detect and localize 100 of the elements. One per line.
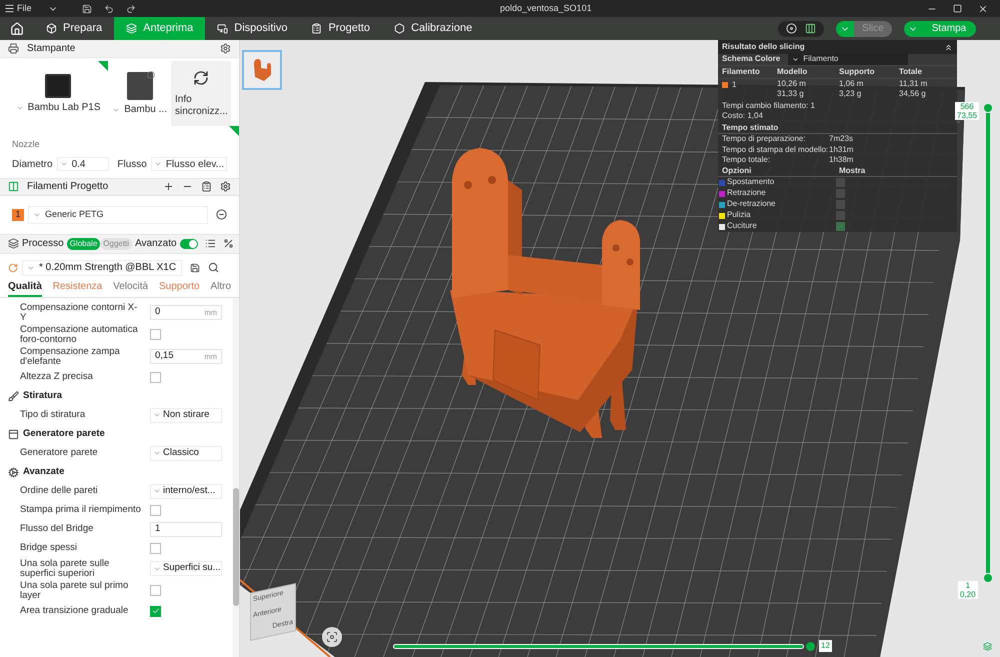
table-cell-text: 11,31 m	[899, 78, 928, 89]
printer-card[interactable]: Info sincronizz...	[171, 61, 231, 126]
layout-icon[interactable]	[805, 23, 816, 34]
search-icon[interactable]	[208, 262, 219, 273]
check-icon	[837, 223, 844, 230]
scheme-select[interactable]: Filamento	[788, 54, 908, 65]
scheme-label: Schema Colore	[722, 54, 780, 65]
select-field[interactable]: Superfici su...	[150, 561, 222, 576]
settings-tab[interactable]: Velocità	[113, 278, 148, 296]
checkbox[interactable]	[150, 606, 161, 616]
cost-text: Costo: 1,04	[722, 111, 764, 122]
filament-select[interactable]: Generic PETG	[28, 206, 208, 224]
checkbox[interactable]	[836, 178, 845, 187]
option-label: Cuciture	[727, 221, 757, 232]
number-field[interactable]: 1	[150, 522, 222, 536]
option-label: Retrazione	[727, 188, 766, 199]
diameter-select[interactable]: 0.4	[56, 157, 110, 171]
flow-label: Flusso	[117, 158, 147, 172]
checkbox[interactable]	[150, 372, 161, 382]
column-header: Supporto	[839, 67, 876, 78]
add-icon[interactable]	[163, 181, 174, 192]
maximize-icon[interactable]	[953, 4, 962, 12]
clipboard-icon	[311, 23, 322, 34]
checkbox[interactable]	[150, 542, 161, 554]
advanced-switch[interactable]	[180, 238, 198, 248]
brush-icon	[8, 390, 19, 402]
option-label: De-retrazione	[727, 199, 776, 210]
panel-title: Risultato dello slicing	[722, 42, 805, 52]
settings-tab[interactable]: Altro	[210, 278, 231, 296]
settings-icon[interactable]	[220, 181, 231, 192]
percent-icon[interactable]	[222, 238, 234, 249]
flow-select[interactable]: Flusso elev...	[150, 157, 227, 171]
preset-select[interactable]: * 0.20mm Strength @BBL X1C	[22, 260, 182, 276]
checkbox[interactable]	[150, 504, 161, 516]
move-slider-fill[interactable]	[394, 645, 803, 648]
layers-icon	[8, 238, 19, 249]
select-field[interactable]: Non stirare	[150, 408, 222, 422]
checkbox[interactable]	[836, 211, 845, 220]
menu-icon	[4, 3, 15, 14]
save-icon[interactable]	[82, 4, 92, 14]
file-menu-button[interactable]: File	[4, 2, 32, 16]
column-header: Totale	[899, 67, 923, 78]
cube-icon	[46, 23, 57, 34]
time-value: 1h31m	[829, 144, 854, 155]
printer-name: Bambu ...	[112, 104, 167, 116]
select-field[interactable]: Classico	[150, 446, 222, 460]
nav-tab[interactable]: Progetto	[299, 17, 382, 40]
setting-label: Altezza Z precisa	[20, 372, 94, 382]
gear-icon	[8, 466, 19, 478]
time-value: 7m23s	[829, 134, 854, 144]
checkbox[interactable]	[836, 189, 845, 198]
diameter-label: Diametro	[12, 158, 53, 172]
collapse-icon[interactable]	[944, 42, 953, 52]
info-icon[interactable]	[147, 71, 155, 79]
dropdown-toggle[interactable]	[836, 20, 854, 36]
clipboard-icon[interactable]	[201, 181, 212, 192]
setting-label: Bridge spessi	[20, 543, 78, 553]
corner-mark-icon	[229, 126, 239, 136]
filament-icon	[8, 181, 19, 192]
printer-icon	[45, 74, 72, 98]
filament-changes: Tempi cambio filamento: 1	[722, 100, 816, 111]
nav-tab[interactable]: Prepara	[34, 17, 114, 40]
option-label: Spostamento	[727, 177, 774, 188]
nav-tab[interactable]: Dispositivo	[205, 17, 300, 40]
redo-icon[interactable]	[126, 4, 136, 14]
undo-icon[interactable]	[104, 4, 114, 14]
section-title: Stiratura	[23, 388, 62, 403]
view-toggle[interactable]	[778, 20, 824, 36]
chevron-icon	[153, 487, 161, 495]
remove-icon[interactable]	[216, 209, 227, 220]
dropdown-toggle[interactable]	[904, 20, 922, 36]
close-icon[interactable]	[978, 4, 988, 14]
home-icon[interactable]	[10, 22, 24, 36]
nozzle-label: Nozzle	[11, 138, 41, 151]
settings-tab[interactable]: Qualità	[8, 278, 42, 296]
checkbox[interactable]	[150, 585, 161, 596]
table-cell-text: 10,26 m	[777, 78, 807, 89]
advanced-label: Avanzato	[135, 237, 177, 251]
chevron-icon	[153, 449, 161, 457]
column-header: Opzioni	[722, 166, 752, 176]
panel-icon	[8, 428, 19, 440]
section-title: Processo	[22, 237, 64, 251]
sync-icon[interactable]	[193, 70, 209, 86]
section-title: Generatore parete	[23, 426, 105, 441]
setting-label: Una sola parete sul primo layer	[20, 580, 130, 600]
checkbox[interactable]	[836, 222, 845, 231]
settings-icon[interactable]	[220, 43, 231, 54]
column-header: Filamento	[722, 67, 761, 78]
plate-thumbnail[interactable]	[242, 50, 282, 90]
chevron-icon	[154, 160, 162, 168]
save-icon[interactable]	[190, 262, 200, 272]
checkbox[interactable]	[836, 200, 845, 209]
model-thumbnail-icon	[252, 58, 272, 82]
checkbox[interactable]	[150, 329, 161, 340]
table-cell: 1	[732, 80, 736, 90]
reset-icon[interactable]	[8, 262, 18, 272]
hexagon-icon	[394, 23, 406, 34]
nav-tab[interactable]: Calibrazione	[382, 17, 484, 40]
focus-icon	[326, 631, 338, 643]
select-field[interactable]: interno/est...	[150, 484, 222, 498]
